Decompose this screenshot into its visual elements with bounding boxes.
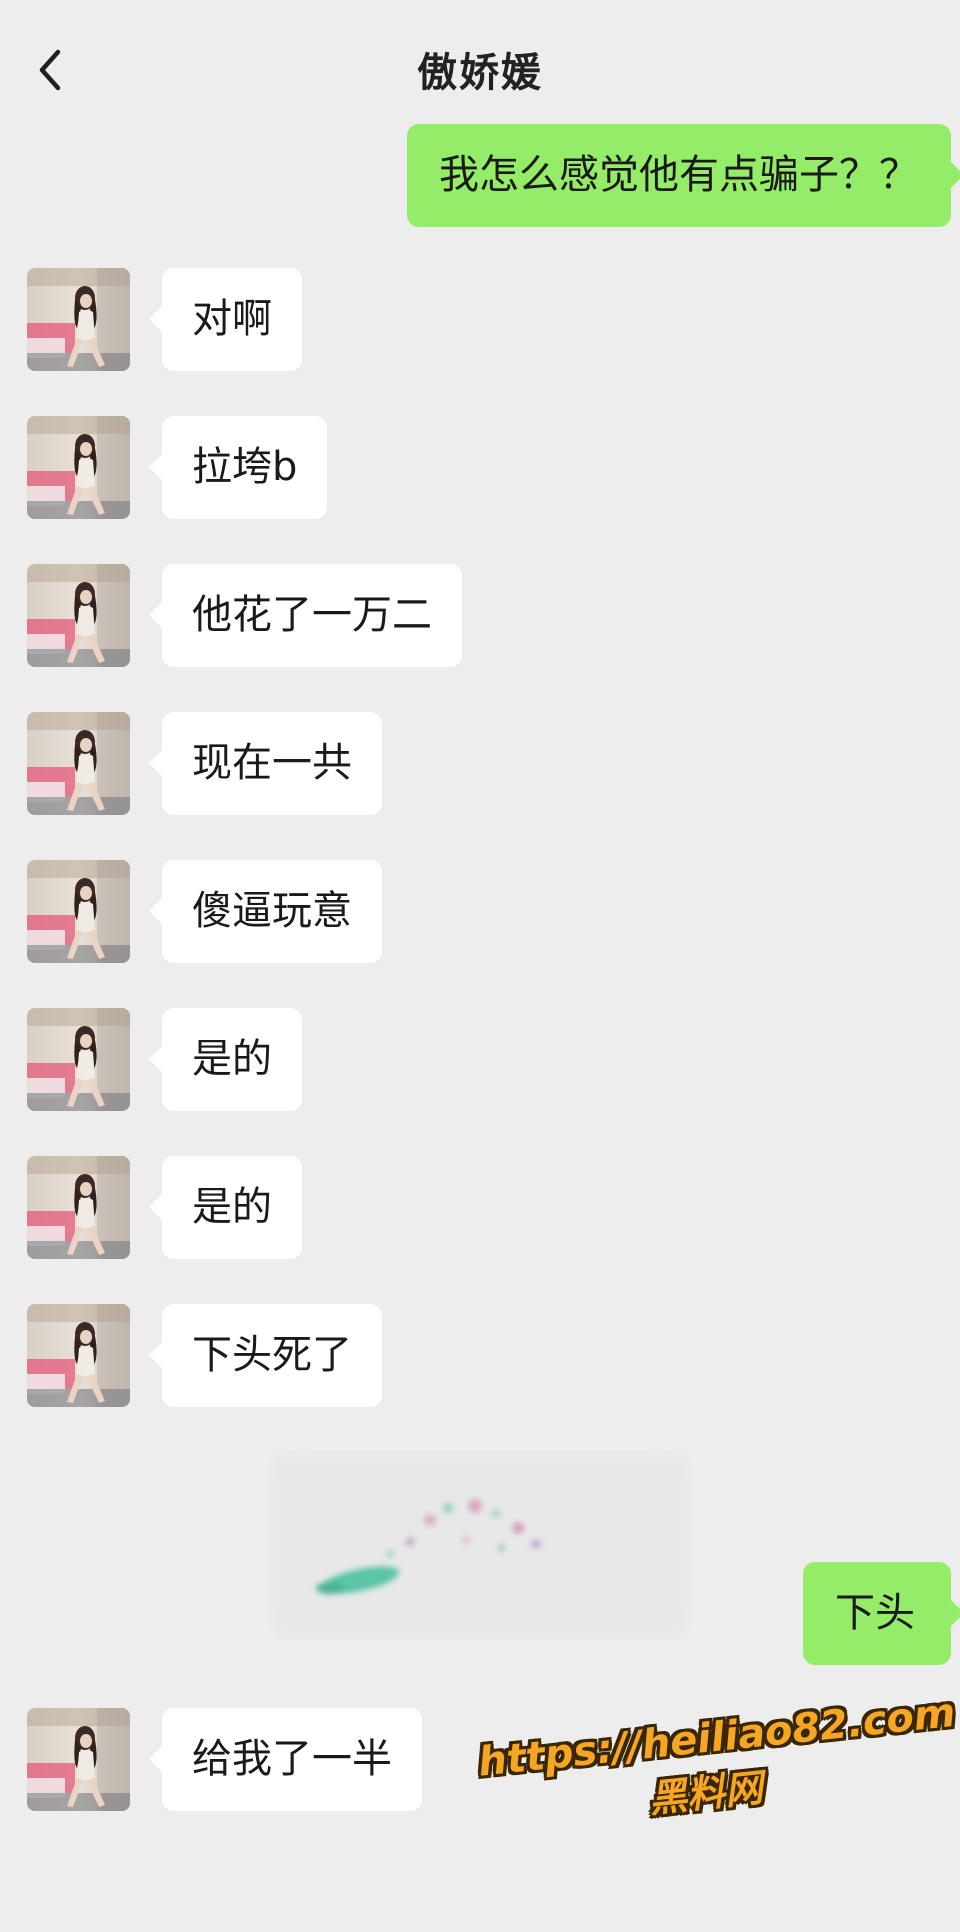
contact-avatar[interactable] bbox=[27, 1304, 130, 1407]
message-bubble-incoming[interactable]: 拉垮b bbox=[148, 416, 328, 519]
message-bubble-incoming[interactable]: 傻逼玩意 bbox=[149, 860, 382, 963]
watermark: https://heiliao82.com 黑料网 bbox=[476, 1690, 958, 1849]
contact-avatar[interactable] bbox=[27, 860, 130, 963]
message-bubble-incoming[interactable]: 给我了一半 bbox=[149, 1708, 422, 1811]
message-bubble-outgoing[interactable]: 我怎么感觉他有点骗子？？ bbox=[407, 124, 960, 227]
contact-avatar[interactable] bbox=[27, 1008, 130, 1111]
person-photo-icon bbox=[27, 860, 130, 963]
chat-title: 傲娇媛 bbox=[417, 50, 543, 96]
contact-avatar[interactable] bbox=[27, 1708, 130, 1811]
person-photo-icon bbox=[27, 268, 130, 371]
contact-avatar[interactable] bbox=[27, 416, 130, 519]
contact-avatar[interactable] bbox=[27, 564, 130, 667]
person-photo-icon bbox=[27, 1008, 130, 1111]
sticker-message[interactable] bbox=[270, 1450, 690, 1640]
message-bubble-outgoing[interactable]: 下头 bbox=[803, 1562, 960, 1665]
person-photo-icon bbox=[27, 564, 130, 667]
contact-avatar[interactable] bbox=[27, 268, 130, 371]
person-photo-icon bbox=[27, 416, 130, 519]
message-bubble-incoming[interactable]: 下头死了 bbox=[149, 1304, 382, 1407]
message-bubble-incoming[interactable]: 是的 bbox=[149, 1008, 302, 1111]
person-photo-icon bbox=[27, 1708, 130, 1811]
person-photo-icon bbox=[27, 1156, 130, 1259]
person-photo-icon bbox=[27, 712, 130, 815]
person-photo-icon bbox=[27, 1304, 130, 1407]
message-bubble-incoming[interactable]: 对啊 bbox=[149, 268, 302, 371]
sticker-image bbox=[270, 1450, 690, 1640]
message-bubble-incoming[interactable]: 是的 bbox=[149, 1156, 302, 1259]
contact-avatar[interactable] bbox=[27, 1156, 130, 1259]
chat-screen: 傲娇媛 我怎么感觉他有点骗子？？ 对啊 拉垮b 他花了一万二 现在一共 傻逼玩意… bbox=[0, 0, 960, 1932]
message-bubble-incoming[interactable]: 他花了一万二 bbox=[149, 564, 462, 667]
chat-header: 傲娇媛 bbox=[0, 0, 960, 128]
message-bubble-incoming[interactable]: 现在一共 bbox=[149, 712, 382, 815]
contact-avatar[interactable] bbox=[27, 712, 130, 815]
